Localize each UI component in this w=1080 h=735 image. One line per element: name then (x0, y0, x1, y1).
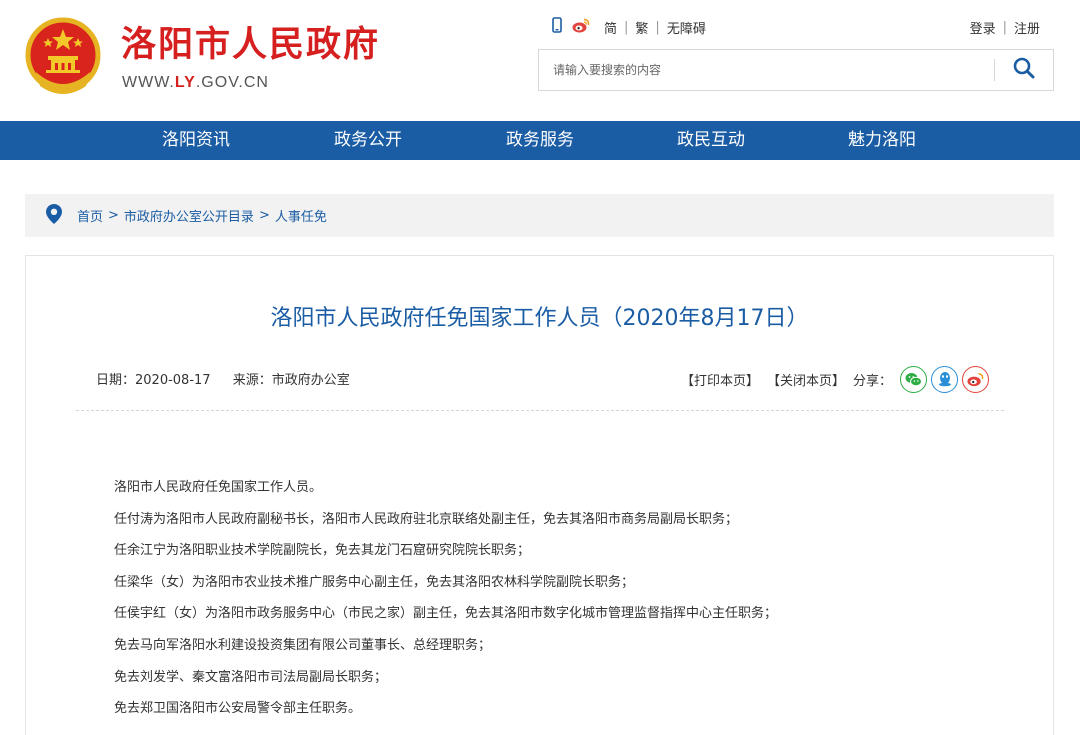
site-header: 洛阳市人民政府 WWW.LY.GOV.CN 简 | 繁 | 无障碍 登录 | 注… (0, 0, 1080, 121)
article-paragraph: 任余江宁为洛阳职业技术学院副院长，免去其龙门石窟研究院院长职务； (114, 543, 531, 559)
simplified-chinese-link[interactable]: 简 (604, 18, 617, 37)
share-weibo-button[interactable] (962, 365, 990, 393)
auth-separator: | (1002, 19, 1007, 35)
auth-links: 登录 | 注册 (970, 17, 1040, 37)
article-paragraph: 洛阳市人民政府任免国家工作人员。 (114, 480, 323, 495)
site-domain: WWW.LY.GOV.CN (122, 74, 269, 92)
search-input[interactable] (539, 50, 993, 90)
domain-prefix: WWW. (122, 74, 175, 91)
wechat-icon (905, 372, 923, 386)
print-page-link[interactable]: 【打印本页】 (681, 370, 759, 389)
weibo-share-icon (967, 372, 984, 386)
search-button[interactable] (995, 50, 1053, 90)
tools-separator: | (624, 19, 629, 35)
article-paragraph: 免去刘发学、秦文富洛阳市司法局副局长职务； (114, 669, 388, 685)
breadcrumb-home[interactable]: 首页 (77, 206, 103, 225)
article-paragraph: 免去马向军洛阳水利建设投资集团有限公司董事长、总经理职务； (114, 637, 492, 653)
article-paragraph: 任侯宇红（女）为洛阳市政务服务中心（市民之家）副主任，免去其洛阳市数字化城市管理… (114, 606, 778, 622)
tools-separator: | (655, 19, 660, 35)
register-link[interactable]: 注册 (1014, 18, 1040, 37)
nav-item-charm-luoyang[interactable]: 魅力洛阳 (848, 121, 916, 160)
mobile-icon[interactable] (552, 17, 562, 37)
login-link[interactable]: 登录 (970, 18, 996, 37)
breadcrumb-catalog[interactable]: 市政府办公室公开目录 (124, 206, 254, 225)
weibo-icon[interactable] (572, 18, 590, 37)
domain-suffix: .GOV.CN (195, 74, 269, 91)
breadcrumb: 首页 > 市政府办公室公开目录 > 人事任免 (25, 194, 1054, 237)
article-paragraph: 任付涛为洛阳市人民政府副秘书长，洛阳市人民政府驻北京联络处副主任，免去其洛阳市商… (114, 511, 739, 527)
nav-item-gov-affairs-open[interactable]: 政务公开 (334, 121, 402, 160)
article-meta: 日期：2020-08-17 来源：市政府办公室 (96, 369, 368, 388)
breadcrumb-separator: > (108, 208, 119, 223)
article-title: 洛阳市人民政府任免国家工作人员（2020年8月17日） (270, 306, 809, 331)
breadcrumb-current[interactable]: 人事任免 (275, 206, 327, 225)
article-date: 日期：2020-08-17 (96, 373, 211, 388)
national-emblem-icon[interactable] (24, 16, 102, 98)
qq-icon (938, 372, 951, 387)
article-actions: 【打印本页】 【关闭本页】 分享： (681, 365, 990, 393)
search-icon (1013, 57, 1035, 83)
location-pin-icon (46, 203, 62, 228)
nav-item-news[interactable]: 洛阳资讯 (162, 121, 230, 160)
share-label: 分享： (853, 373, 893, 389)
header-tools: 简 | 繁 | 无障碍 (552, 17, 706, 37)
search-box (538, 49, 1054, 91)
article-paragraph: 免去郑卫国洛阳市公安局警令部主任职务。 (114, 701, 362, 717)
meta-divider (76, 410, 1004, 411)
breadcrumb-separator: > (258, 208, 270, 223)
traditional-chinese-link[interactable]: 繁 (635, 18, 648, 37)
close-page-link[interactable]: 【关闭本页】 (767, 370, 845, 389)
site-title[interactable]: 洛阳市人民政府 (121, 23, 380, 67)
article-paragraph: 任梁华（女）为洛阳市农业技术推广服务中心副主任，免去其洛阳农林科学院副院长职务； (114, 574, 635, 590)
main-nav: 洛阳资讯 政务公开 政务服务 政民互动 魅力洛阳 (0, 121, 1080, 160)
share-qq-button[interactable] (931, 365, 959, 393)
nav-item-interaction[interactable]: 政民互动 (677, 121, 745, 160)
domain-highlight: LY (174, 74, 196, 91)
article-source: 来源：市政府办公室 (232, 373, 350, 388)
accessibility-link[interactable]: 无障碍 (667, 18, 706, 37)
article-panel: 洛阳市人民政府任免国家工作人员（2020年8月17日） 日期：2020-08-1… (25, 255, 1054, 735)
share-wechat-button[interactable] (900, 365, 928, 393)
article-body: 洛阳市人民政府任免国家工作人员。 任付涛为洛阳市人民政府副秘书长，洛阳市人民政府… (114, 479, 994, 732)
nav-item-gov-services[interactable]: 政务服务 (506, 121, 574, 160)
